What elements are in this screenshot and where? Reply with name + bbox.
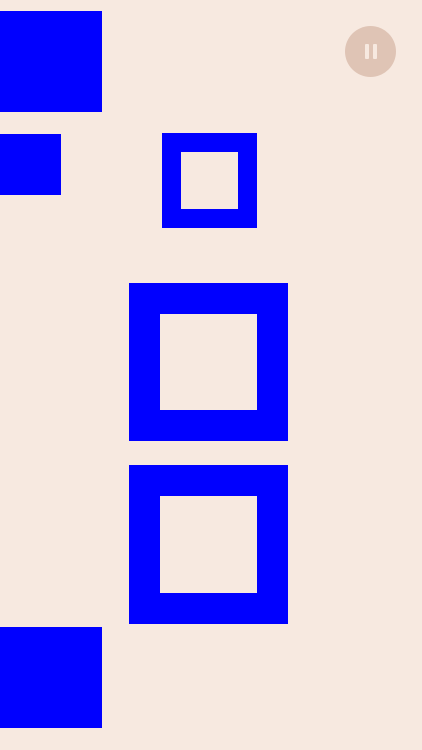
hollow-square-middle bbox=[129, 283, 288, 441]
filled-square-top-left bbox=[0, 11, 102, 112]
pause-bar-left bbox=[364, 44, 369, 59]
game-stage[interactable] bbox=[0, 0, 422, 750]
pause-bar-right bbox=[372, 44, 377, 59]
filled-square-bottom-left bbox=[0, 627, 102, 728]
filled-square-left-small bbox=[0, 134, 61, 195]
hollow-square-small bbox=[162, 133, 257, 228]
hollow-square-lower bbox=[129, 465, 288, 624]
pause-icon bbox=[364, 44, 377, 59]
pause-button[interactable] bbox=[345, 26, 396, 77]
